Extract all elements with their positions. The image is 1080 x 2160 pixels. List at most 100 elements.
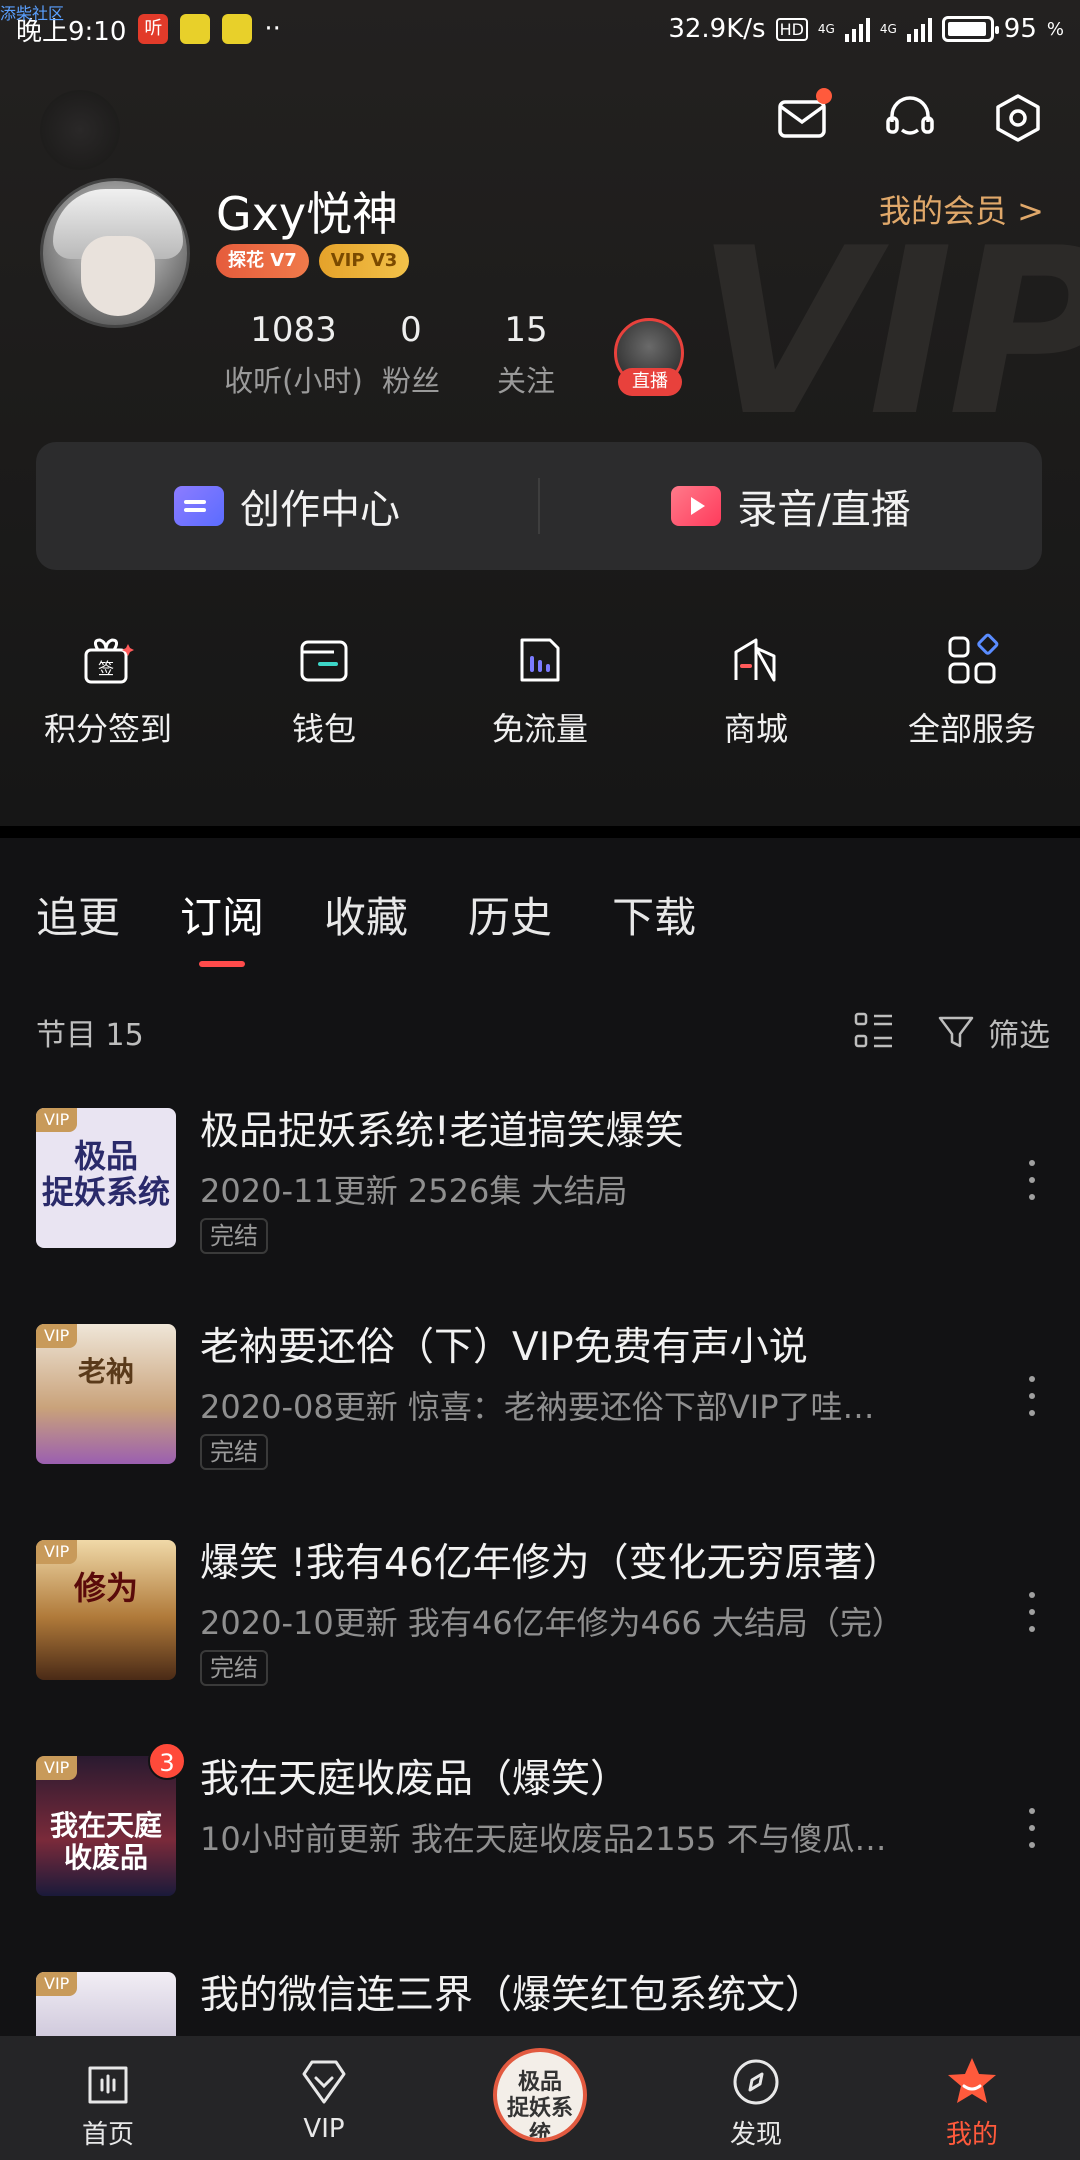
list-item[interactable]: 修为 VIP 爆笑 !我有46亿年修为（变化无穷原著） 2020-10更新 我有… <box>0 1532 1080 1748</box>
nav-label: 首页 <box>81 2120 134 2150</box>
unread-dot <box>816 88 832 104</box>
status-tag: 完结 <box>200 1434 268 1470</box>
list-view-icon[interactable] <box>852 1008 896 1056</box>
nav-discover[interactable]: 发现 <box>648 2036 864 2160</box>
record-live-icon <box>671 486 722 526</box>
stat-value: 1083 <box>250 310 337 350</box>
nav-label: 我的 <box>945 2120 998 2150</box>
update-count-badge: 3 <box>148 1742 186 1780</box>
player-disc-icon: 极品 捉妖系统 <box>493 2048 587 2142</box>
tab-history[interactable]: 历史 <box>468 884 552 945</box>
more-options-icon[interactable] <box>1028 1376 1036 1416</box>
service-sign-in[interactable]: 签 积分签到 <box>0 630 216 750</box>
item-title: 爆笑 !我有46亿年修为（变化无穷原著） <box>200 1541 902 1586</box>
signal-icon <box>844 16 870 42</box>
stat-fans[interactable]: 0 粉丝 <box>351 310 471 400</box>
headset-icon[interactable] <box>884 92 936 144</box>
decor-blob <box>40 90 120 170</box>
svg-text:签: 签 <box>98 659 114 678</box>
user-stats: 1083 收听(小时) 0 粉丝 15 关注 <box>216 310 581 400</box>
item-cover[interactable]: 极品 捉妖系统 VIP <box>36 1108 176 1248</box>
item-meta: 2020-10更新 我有46亿年修为466 大结局（完） <box>200 1604 904 1642</box>
username[interactable]: Gxy悦神 <box>216 178 398 244</box>
nav-home[interactable]: 首页 <box>0 2036 216 2160</box>
service-all[interactable]: 全部服务 <box>864 630 1080 750</box>
tab-downloads[interactable]: 下载 <box>612 884 696 945</box>
battery-unit: % <box>1046 18 1064 40</box>
mail-icon[interactable] <box>776 88 832 144</box>
more-options-icon[interactable] <box>1028 1160 1036 1200</box>
battery-icon <box>941 16 999 42</box>
more-options-icon[interactable] <box>1028 1808 1036 1848</box>
stat-following[interactable]: 15 关注 <box>471 310 581 400</box>
more-notifications: ·· <box>264 14 281 44</box>
hd-icon: HD <box>775 17 808 41</box>
nav-vip[interactable]: VIP <box>216 2036 432 2160</box>
item-meta: 2020-11更新 2526集 大结局 <box>200 1172 628 1210</box>
top-icons <box>776 88 1044 144</box>
more-options-icon[interactable] <box>1028 1592 1036 1632</box>
nav-mine[interactable]: 我的 <box>864 2036 1080 2160</box>
tab-favorites[interactable]: 收藏 <box>324 884 408 945</box>
wallet-icon <box>294 630 354 690</box>
vip-corner: VIP <box>36 1108 78 1132</box>
my-membership-link[interactable]: 我的会员 > <box>879 186 1044 232</box>
signal-icon <box>906 16 932 42</box>
list-item[interactable]: 我在天庭 收废品 VIP 3 我在天庭收废品（爆笑） 10小时前更新 我在天庭收废… <box>0 1742 1080 1964</box>
stat-listen-hours[interactable]: 1083 收听(小时) <box>216 310 371 400</box>
filter-label: 筛选 <box>988 1017 1050 1054</box>
user-avatar[interactable] <box>40 178 190 328</box>
now-playing[interactable]: 极品 捉妖系统 <box>432 2036 648 2160</box>
filter-button[interactable]: 筛选 <box>936 1010 1050 1055</box>
vip-corner: VIP <box>36 1540 78 1564</box>
live-tag: 直播 <box>618 368 682 396</box>
my-star-icon <box>944 2054 1000 2110</box>
service-label: 商城 <box>723 710 788 748</box>
bottom-nav: 首页 VIP 极品 捉妖系统 发现 我的 <box>0 2036 1080 2160</box>
stat-label: 收听(小时) <box>224 364 363 398</box>
service-free-data[interactable]: 免流量 <box>432 630 648 750</box>
list-toolbar: 节目 15 筛选 <box>36 1008 1050 1056</box>
vip-level-badge[interactable]: VIP V3 <box>318 244 410 278</box>
creation-center-icon <box>174 486 224 526</box>
user-badges: 探花 V7 VIP V3 <box>216 244 410 278</box>
section-separator <box>0 826 1080 838</box>
record-live-label: 录音/直播 <box>737 487 911 533</box>
stat-value: 0 <box>400 310 422 350</box>
all-services-icon <box>942 630 1002 690</box>
net-speed: 32.9K/s <box>668 14 766 44</box>
creation-center-button[interactable]: 创作中心 <box>36 477 538 535</box>
item-title: 我的微信连三界（爆笑红包系统文） <box>200 1973 825 2018</box>
item-cover[interactable]: 我在天庭 收废品 VIP <box>36 1756 176 1896</box>
item-meta: 2020-08更新 惊喜：老衲要还俗下部VIP了哇… <box>200 1388 875 1426</box>
free-data-icon <box>510 630 570 690</box>
service-label: 积分签到 <box>43 710 172 748</box>
home-icon <box>80 2054 136 2110</box>
item-cover[interactable]: 修为 VIP <box>36 1540 176 1680</box>
list-item[interactable]: 老衲 VIP 老衲要还俗（下）VIP免费有声小说 2020-08更新 惊喜：老衲… <box>0 1316 1080 1532</box>
tab-updates[interactable]: 追更 <box>36 884 120 945</box>
nav-label: 发现 <box>729 2120 782 2150</box>
net-type: 4G <box>879 22 897 36</box>
app-notify-icon <box>222 14 253 44</box>
subscription-list: 极品 捉妖系统 VIP 极品捉妖系统!老道搞笑爆笑 2020-11更新 2526集… <box>0 1100 1080 2160</box>
status-tag: 完结 <box>200 1650 268 1686</box>
list-item[interactable]: 极品 捉妖系统 VIP 极品捉妖系统!老道搞笑爆笑 2020-11更新 2526集… <box>0 1100 1080 1316</box>
service-wallet[interactable]: 钱包 <box>216 630 432 750</box>
status-bar: 添柴社区 晚上9:10 听 ·· 32.9K/s HD 4G 4G 95 % <box>0 0 1080 58</box>
item-meta: 10小时前更新 我在天庭收废品2155 不与傻瓜… <box>200 1820 887 1858</box>
settings-icon[interactable] <box>992 92 1044 144</box>
tab-subscriptions[interactable]: 订阅 <box>180 884 264 945</box>
corner-tag: 添柴社区 <box>0 4 65 23</box>
item-title: 极品捉妖系统!老道搞笑爆笑 <box>200 1109 684 1154</box>
status-tag: 完结 <box>200 1218 268 1254</box>
level-badge[interactable]: 探花 V7 <box>216 244 309 278</box>
item-cover[interactable]: 老衲 VIP <box>36 1324 176 1464</box>
vip-corner: VIP <box>36 1756 78 1780</box>
service-mall[interactable]: 商城 <box>648 630 864 750</box>
creation-card: 创作中心 录音/直播 <box>36 442 1042 570</box>
nav-label: VIP <box>303 2114 345 2144</box>
record-live-button[interactable]: 录音/直播 <box>540 477 1042 535</box>
content-tabs: 追更 订阅 收藏 历史 下载 <box>36 884 696 945</box>
item-title: 老衲要还俗（下）VIP免费有声小说 <box>200 1325 808 1370</box>
